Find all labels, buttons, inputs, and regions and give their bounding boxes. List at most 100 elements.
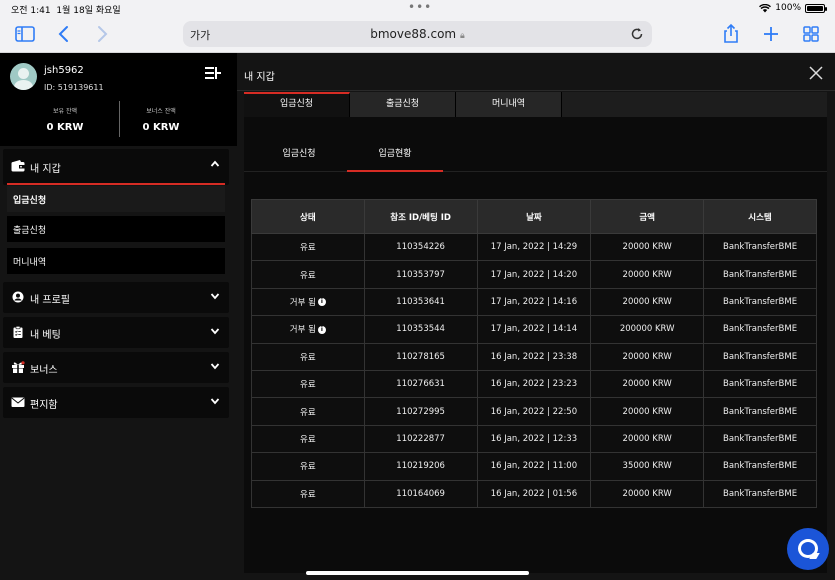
tab-deposit[interactable]: 입금신청 — [244, 92, 350, 117]
amount-cell: 200000 KRW — [590, 315, 705, 344]
sidebar-section-bonus[interactable]: 보너스 — [3, 352, 229, 383]
info-icon[interactable]: i — [317, 298, 326, 307]
sidebar-betting-label: 내 베팅 — [30, 330, 61, 341]
sidebar-item-money-history[interactable]: 머니내역 — [7, 248, 225, 274]
amount-cell: 20000 KRW — [590, 260, 705, 289]
system-cell: BankTransferBME — [703, 342, 817, 371]
status-cell: 유료 — [251, 232, 365, 262]
multitask-dots-icon[interactable]: ••• — [408, 0, 432, 14]
ref-id-cell: 110164069 — [363, 479, 478, 508]
home-indicator — [306, 571, 529, 575]
date-cell: 16 Jan, 2022 | 22:50 — [476, 397, 592, 426]
sidebar-toggle-icon[interactable] — [14, 23, 36, 45]
status-time: 오전 1:41 1월 18일 화요일 — [11, 6, 121, 16]
sidebar-profile-label: 내 프로필 — [30, 295, 70, 306]
user-circle-icon — [12, 291, 24, 303]
column-header-amount: 금액 — [590, 199, 705, 234]
tab-withdraw[interactable]: 출금신청 — [350, 92, 456, 117]
sidebar-section-profile[interactable]: 내 프로필 — [3, 282, 229, 313]
deposit-history-table: 상태 참조 ID/베팅 ID 날짜 금액 시스템 유료 110354226 17 J… — [251, 199, 817, 508]
address-bar[interactable]: 가가 bmove88.com 🔒︎ — [183, 21, 652, 47]
sidebar-wallet-label: 내 지갑 — [30, 164, 61, 175]
date-cell: 16 Jan, 2022 | 12:33 — [476, 424, 592, 454]
status-cell: 유료 — [251, 342, 365, 371]
profile-card: jsh5962 ID: 519139611 보유 잔액 0 KRW 보너스 잔액… — [0, 53, 237, 146]
sidebar-mailbox-label: 편지함 — [30, 400, 58, 411]
sidebar-item-deposit[interactable]: 입금신청 — [7, 186, 225, 212]
ref-id-cell: 110222877 — [363, 424, 478, 454]
back-icon[interactable] — [54, 23, 76, 45]
share-icon[interactable] — [720, 23, 742, 45]
date-cell: 16 Jan, 2022 | 01:56 — [476, 479, 592, 508]
ref-id-cell: 110276631 — [363, 369, 478, 399]
account-sidebar: jsh5962 ID: 519139611 보유 잔액 0 KRW 보너스 잔액… — [0, 53, 237, 580]
avatar — [10, 63, 37, 90]
ref-id-cell: 110278165 — [363, 342, 478, 371]
user-id: ID: 519139611 — [44, 83, 104, 92]
tab-money-history[interactable]: 머니내역 — [456, 92, 562, 117]
table-row: 유료 110272995 16 Jan, 2022 | 22:50 20000 KRW… — [251, 397, 817, 426]
deposit-subtabs: 입금신청 입금현황 — [244, 140, 827, 172]
table-row: 유료 110164069 16 Jan, 2022 | 01:56 20000 KRW… — [251, 479, 817, 508]
status-cell: 유료 — [251, 397, 365, 426]
system-cell: BankTransferBME — [703, 452, 817, 481]
info-icon[interactable]: i — [317, 325, 326, 334]
username: jsh5962 — [44, 65, 84, 76]
ref-id-cell: 110353641 — [363, 287, 478, 317]
subtab-deposit-status[interactable]: 입금현황 — [347, 146, 443, 172]
wallet-active-indicator — [7, 183, 225, 185]
date-cell: 16 Jan, 2022 | 11:00 — [476, 452, 592, 481]
menu-toggle-icon[interactable] — [205, 65, 221, 81]
forward-icon[interactable] — [90, 23, 112, 45]
date-cell: 17 Jan, 2022 | 14:14 — [476, 315, 592, 344]
tabs-overview-icon[interactable] — [800, 23, 822, 45]
system-cell: BankTransferBME — [703, 287, 817, 317]
sidebar-section-wallet[interactable]: 내 지갑 — [3, 149, 229, 185]
title-divider — [237, 90, 835, 91]
system-cell: BankTransferBME — [703, 315, 817, 344]
battery-percent: 100% — [775, 3, 801, 13]
table-row: 유료 110219206 16 Jan, 2022 | 11:00 35000 KRW… — [251, 452, 817, 481]
bonus-balance: 보너스 잔액 0 KRW — [142, 108, 180, 133]
close-icon[interactable] — [809, 66, 823, 80]
sidebar-item-withdraw[interactable]: 출금신청 — [7, 216, 225, 242]
ref-id-cell: 110219206 — [363, 452, 478, 481]
status-cell: 유료 — [251, 452, 365, 481]
browser-toolbar: 가가 bmove88.com 🔒︎ — [0, 16, 835, 53]
amount-cell: 20000 KRW — [590, 232, 705, 262]
ref-id-cell: 110353544 — [363, 315, 478, 344]
amount-cell: 20000 KRW — [590, 479, 705, 508]
system-cell: BankTransferBME — [703, 260, 817, 289]
new-tab-icon[interactable] — [760, 23, 782, 45]
gift-icon — [12, 361, 25, 373]
ref-id-cell: 110272995 — [363, 397, 478, 426]
system-cell: BankTransferBME — [703, 479, 817, 508]
column-header-status: 상태 — [251, 199, 365, 234]
subtab-deposit-request[interactable]: 입금신청 — [251, 146, 347, 172]
chevron-down-icon — [210, 328, 220, 335]
amount-cell: 20000 KRW — [590, 369, 705, 399]
sidebar-section-betting[interactable]: 내 베팅 — [3, 317, 229, 348]
status-cell: 유료 — [251, 369, 365, 399]
amount-cell: 20000 KRW — [590, 287, 705, 317]
sidebar-bonus-label: 보너스 — [30, 365, 58, 376]
amount-cell: 20000 KRW — [590, 424, 705, 454]
system-cell: BankTransferBME — [703, 369, 817, 399]
system-cell: BankTransferBME — [703, 424, 817, 454]
status-cell: 유료 — [251, 479, 365, 508]
reload-icon[interactable] — [630, 27, 644, 41]
column-header-system: 시스템 — [703, 199, 817, 234]
live-chat-button[interactable] — [787, 528, 829, 570]
table-row: 유료 110222877 16 Jan, 2022 | 12:33 20000 KRW… — [251, 424, 817, 454]
amount-cell: 35000 KRW — [590, 452, 705, 481]
clipboard-icon — [13, 326, 23, 338]
envelope-icon — [11, 397, 25, 407]
wallet-panel: 내 지갑 입금신청 출금신청 머니내역 입금신청 입금현황 상태 참조 ID/베… — [237, 53, 835, 580]
holding-balance: 보유 잔액 0 KRW — [46, 108, 84, 133]
date-cell: 17 Jan, 2022 | 14:29 — [476, 232, 592, 262]
chevron-up-icon — [210, 160, 220, 167]
date-cell: 16 Jan, 2022 | 23:23 — [476, 369, 592, 399]
ref-id-cell: 110353797 — [363, 260, 478, 289]
date-cell: 17 Jan, 2022 | 14:20 — [476, 260, 592, 289]
sidebar-section-mailbox[interactable]: 편지함 — [3, 387, 229, 418]
